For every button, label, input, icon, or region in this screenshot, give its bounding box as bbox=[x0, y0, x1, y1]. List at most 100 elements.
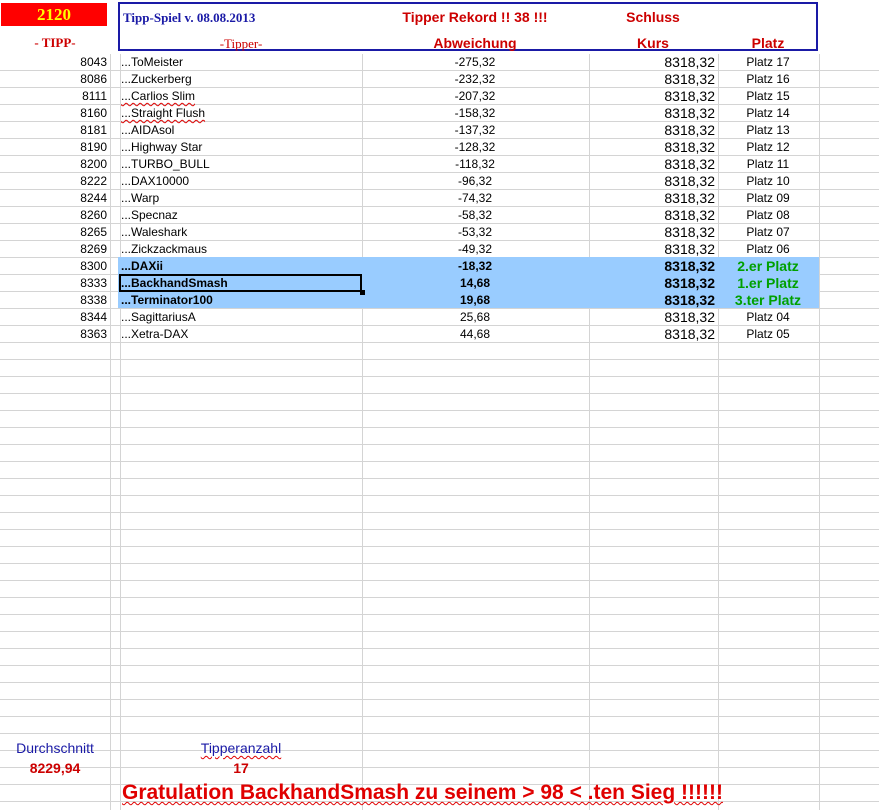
abweichung-cell[interactable]: -275,32 bbox=[362, 54, 588, 71]
tipp-cell[interactable]: 8190 bbox=[0, 139, 107, 156]
platz-cell[interactable]: Platz 17 bbox=[718, 54, 818, 71]
abweichung-cell[interactable]: -74,32 bbox=[362, 190, 588, 207]
kurs-cell[interactable]: 8318,32 bbox=[589, 258, 715, 275]
tipp-cell[interactable]: 8344 bbox=[0, 309, 107, 326]
schluss-header[interactable]: Schluss bbox=[589, 9, 717, 26]
abweichung-cell[interactable]: -137,32 bbox=[362, 122, 588, 139]
abweichung-cell[interactable]: -158,32 bbox=[362, 105, 588, 122]
tipp-cell[interactable]: 8338 bbox=[0, 292, 107, 309]
durchschnitt-value[interactable]: 8229,94 bbox=[1, 760, 109, 777]
tipper-cell[interactable]: ...SagittariusA bbox=[121, 309, 361, 326]
tipper-cell[interactable]: ...DAXii bbox=[121, 258, 361, 275]
tipp-cell[interactable]: 8265 bbox=[0, 224, 107, 241]
kurs-cell[interactable]: 8318,32 bbox=[589, 241, 715, 258]
platz-column-header[interactable]: Platz bbox=[718, 35, 818, 52]
kurs-cell[interactable]: 8318,32 bbox=[589, 156, 715, 173]
kurs-cell[interactable]: 8318,32 bbox=[589, 224, 715, 241]
tipp-counter[interactable]: 2120 bbox=[1, 3, 107, 26]
abweichung-cell[interactable]: 25,68 bbox=[362, 309, 588, 326]
platz-cell[interactable]: Platz 05 bbox=[718, 326, 818, 343]
kurs-cell[interactable]: 8318,32 bbox=[589, 309, 715, 326]
tipp-cell[interactable]: 8086 bbox=[0, 71, 107, 88]
tipp-cell[interactable]: 8043 bbox=[0, 54, 107, 71]
kurs-cell[interactable]: 8318,32 bbox=[589, 326, 715, 343]
tipp-cell[interactable]: 8222 bbox=[0, 173, 107, 190]
tipper-cell[interactable]: ...Waleshark bbox=[121, 224, 361, 241]
platz-cell[interactable]: Platz 15 bbox=[718, 88, 818, 105]
kurs-cell[interactable]: 8318,32 bbox=[589, 292, 715, 309]
tipper-cell[interactable]: ...Zickzackmaus bbox=[121, 241, 361, 258]
tipp-cell[interactable]: 8333 bbox=[0, 275, 107, 292]
tipper-cell[interactable]: ...ToMeister bbox=[121, 54, 361, 71]
tipp-cell[interactable]: 8363 bbox=[0, 326, 107, 343]
tipp-cell[interactable]: 8200 bbox=[0, 156, 107, 173]
tipper-cell[interactable]: ...Xetra-DAX bbox=[121, 326, 361, 343]
abweichung-cell[interactable]: -207,32 bbox=[362, 88, 588, 105]
tipper-cell[interactable]: ...TURBO_BULL bbox=[121, 156, 361, 173]
abweichung-cell[interactable]: -96,32 bbox=[362, 173, 588, 190]
platz-cell[interactable]: Platz 04 bbox=[718, 309, 818, 326]
abweichung-cell[interactable]: -18,32 bbox=[362, 258, 588, 275]
durchschnitt-label[interactable]: Durchschnitt bbox=[1, 740, 109, 757]
platz-cell[interactable]: Platz 10 bbox=[718, 173, 818, 190]
kurs-cell[interactable]: 8318,32 bbox=[589, 122, 715, 139]
tipp-cell[interactable]: 8260 bbox=[0, 207, 107, 224]
abweichung-cell[interactable]: -53,32 bbox=[362, 224, 588, 241]
tipper-cell[interactable]: ...DAX10000 bbox=[121, 173, 361, 190]
platz-cell[interactable]: 1.er Platz bbox=[718, 275, 818, 292]
abweichung-cell[interactable]: -128,32 bbox=[362, 139, 588, 156]
tipper-cell[interactable]: ...Highway Star bbox=[121, 139, 361, 156]
tipper-cell[interactable]: ...Specnaz bbox=[121, 207, 361, 224]
platz-cell[interactable]: 3.ter Platz bbox=[718, 292, 818, 309]
sheet-title[interactable]: Tipp-Spiel v. 08.08.2013 bbox=[123, 9, 255, 26]
tipper-cell[interactable]: ...Straight Flush bbox=[121, 105, 361, 122]
tipper-cell[interactable]: ...Carlios Slim bbox=[121, 88, 361, 105]
platz-cell[interactable]: Platz 09 bbox=[718, 190, 818, 207]
kurs-cell[interactable]: 8318,32 bbox=[589, 207, 715, 224]
fill-handle[interactable] bbox=[360, 290, 365, 295]
tipp-cell[interactable]: 8244 bbox=[0, 190, 107, 207]
platz-cell[interactable]: Platz 13 bbox=[718, 122, 818, 139]
platz-cell[interactable]: Platz 16 bbox=[718, 71, 818, 88]
tipp-cell[interactable]: 8181 bbox=[0, 122, 107, 139]
kurs-column-header[interactable]: Kurs bbox=[589, 35, 717, 52]
tipperanzahl-label[interactable]: Tipperanzahl bbox=[121, 740, 361, 757]
selected-cell-border[interactable] bbox=[119, 274, 362, 292]
platz-cell[interactable]: Platz 12 bbox=[718, 139, 818, 156]
tipp-cell[interactable]: 8160 bbox=[0, 105, 107, 122]
platz-cell[interactable]: Platz 07 bbox=[718, 224, 818, 241]
abweichung-column-header[interactable]: Abweichung bbox=[362, 35, 588, 52]
tipp-cell[interactable]: 8300 bbox=[0, 258, 107, 275]
tipperanzahl-value[interactable]: 17 bbox=[121, 760, 361, 777]
kurs-cell[interactable]: 8318,32 bbox=[589, 88, 715, 105]
platz-cell[interactable]: 2.er Platz bbox=[718, 258, 818, 275]
tipper-record[interactable]: Tipper Rekord !! 38 !!! bbox=[362, 9, 588, 26]
tipper-cell[interactable]: ...Terminator100 bbox=[121, 292, 361, 309]
abweichung-cell[interactable]: 14,68 bbox=[362, 275, 588, 292]
platz-cell[interactable]: Platz 11 bbox=[718, 156, 818, 173]
kurs-cell[interactable]: 8318,32 bbox=[589, 275, 715, 292]
tipper-cell[interactable]: ...Zuckerberg bbox=[121, 71, 361, 88]
tipper-cell[interactable]: ...AIDAsol bbox=[121, 122, 361, 139]
tipper-cell[interactable]: ...Warp bbox=[121, 190, 361, 207]
kurs-cell[interactable]: 8318,32 bbox=[589, 139, 715, 156]
abweichung-cell[interactable]: 44,68 bbox=[362, 326, 588, 343]
kurs-cell[interactable]: 8318,32 bbox=[589, 105, 715, 122]
kurs-cell[interactable]: 8318,32 bbox=[589, 71, 715, 88]
kurs-cell[interactable]: 8318,32 bbox=[589, 173, 715, 190]
tipp-column-header[interactable]: - TIPP- bbox=[1, 34, 109, 51]
kurs-cell[interactable]: 8318,32 bbox=[589, 190, 715, 207]
abweichung-cell[interactable]: -58,32 bbox=[362, 207, 588, 224]
tipp-cell[interactable]: 8269 bbox=[0, 241, 107, 258]
platz-cell[interactable]: Platz 14 bbox=[718, 105, 818, 122]
abweichung-cell[interactable]: -232,32 bbox=[362, 71, 588, 88]
platz-cell[interactable]: Platz 06 bbox=[718, 241, 818, 258]
tipper-column-header[interactable]: -Tipper- bbox=[121, 35, 361, 52]
kurs-cell[interactable]: 8318,32 bbox=[589, 54, 715, 71]
tipp-cell[interactable]: 8111 bbox=[0, 88, 107, 105]
platz-cell[interactable]: Platz 08 bbox=[718, 207, 818, 224]
gratulation-message[interactable]: Gratulation BackhandSmash zu seinem > 98… bbox=[122, 780, 723, 806]
abweichung-cell[interactable]: -118,32 bbox=[362, 156, 588, 173]
abweichung-cell[interactable]: -49,32 bbox=[362, 241, 588, 258]
abweichung-cell[interactable]: 19,68 bbox=[362, 292, 588, 309]
